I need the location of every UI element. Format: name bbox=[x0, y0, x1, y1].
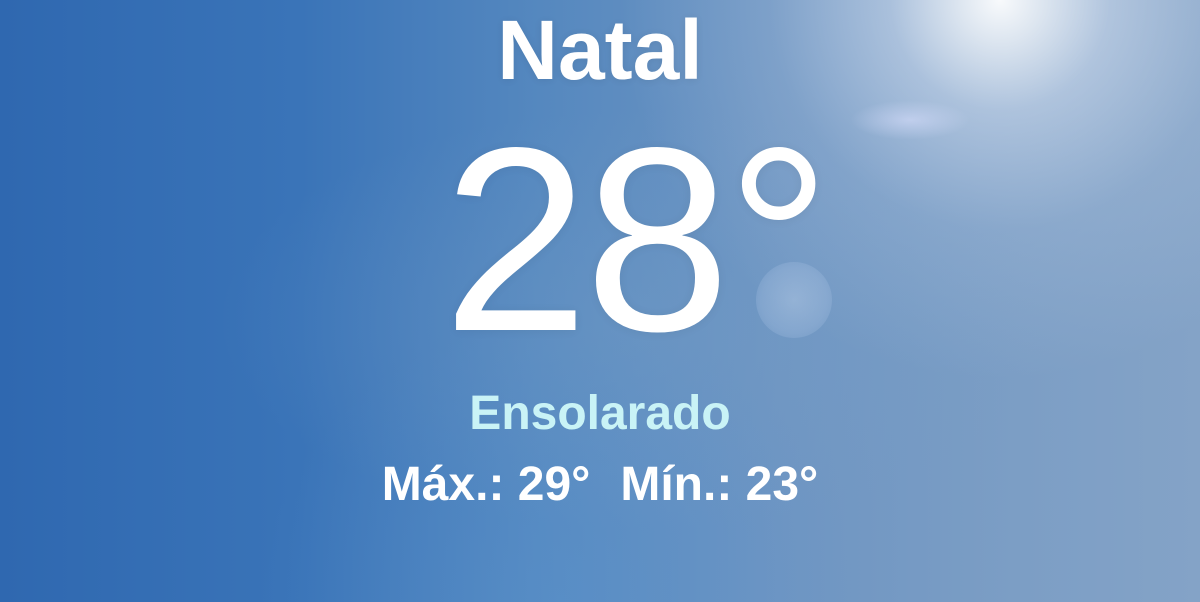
high-temperature: Máx.: 29° bbox=[381, 458, 591, 511]
low-temperature: Mín.: 23° bbox=[620, 458, 819, 511]
weather-condition: Ensolarado bbox=[469, 387, 731, 440]
sun-flare-streak bbox=[850, 100, 970, 140]
high-low-temperatures: Máx.: 29° Mín.: 23° bbox=[0, 455, 1200, 515]
city-name: Natal bbox=[497, 3, 703, 97]
current-temperature: 28° bbox=[442, 93, 831, 386]
weather-screen: Natal 28° Ensolarado Máx.: 29° Mín.: 23° bbox=[0, 0, 1200, 602]
